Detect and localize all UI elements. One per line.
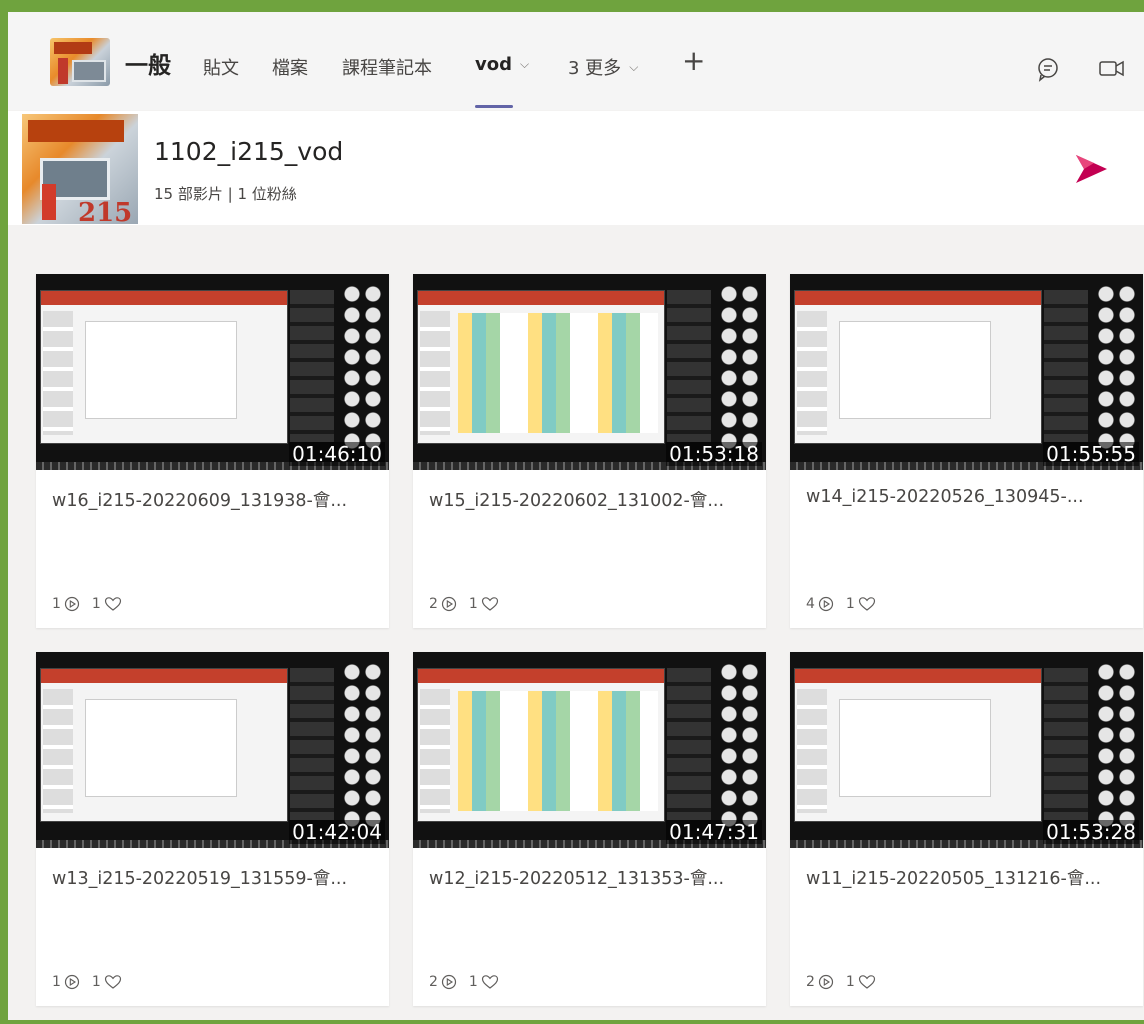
stream-channel-title[interactable]: 1102_i215_vod <box>154 137 343 166</box>
tab-label: 貼文 <box>203 58 239 79</box>
channel-thumbnail[interactable]: 215 <box>22 114 138 224</box>
tab-label: vod <box>475 54 512 75</box>
tab-label: 課程筆記本 <box>342 58 432 79</box>
participant-panel <box>290 668 334 820</box>
plus-icon[interactable]: + <box>682 44 705 77</box>
tab-class-notebook[interactable]: 課程筆記本 <box>342 54 432 80</box>
video-duration: 01:55:55 <box>1043 442 1139 466</box>
video-duration: 01:42:04 <box>289 820 385 844</box>
screen-capture <box>794 290 1042 444</box>
participant-avatars <box>1096 284 1138 454</box>
chevron-down-icon: ⌵ <box>519 57 530 71</box>
video-thumbnail[interactable]: 01:53:28 <box>790 652 1143 848</box>
heart-icon[interactable] <box>858 974 876 990</box>
view-count: 4 <box>806 596 815 612</box>
video-stats: 41 <box>806 596 880 612</box>
tab-posts[interactable]: 貼文 <box>203 54 239 80</box>
heart-icon[interactable] <box>481 596 499 612</box>
teams-window: 一般 貼文 檔案 課程筆記本 vod ⌵ 3 更多 ⌵ + 215 1102_i… <box>8 12 1144 1020</box>
video-title[interactable]: w15_i215-20220602_131002-會... <box>429 487 759 512</box>
view-count: 1 <box>52 974 61 990</box>
video-card[interactable]: 01:42:04 w13_i215-20220519_131559-會... 1 1 <box>36 652 389 1006</box>
participant-panel <box>1044 668 1088 820</box>
play-icon <box>441 974 457 990</box>
stream-channel-banner: 215 1102_i215_vod 15 部影片 | 1 位粉絲 <box>8 111 1144 225</box>
tab-more[interactable]: 3 更多 ⌵ <box>568 54 638 80</box>
team-logo[interactable] <box>50 38 110 86</box>
heart-icon[interactable] <box>858 596 876 612</box>
channel-name: 一般 <box>125 53 171 79</box>
view-count: 1 <box>52 596 61 612</box>
video-stats: 11 <box>52 974 126 990</box>
screen-capture <box>417 668 665 822</box>
heart-icon[interactable] <box>104 974 122 990</box>
channel-header: 一般 貼文 檔案 課程筆記本 vod ⌵ 3 更多 ⌵ + <box>8 12 1144 110</box>
stream-channel-meta: 15 部影片 | 1 位粉絲 <box>154 185 297 203</box>
play-icon <box>818 974 834 990</box>
video-thumbnail[interactable]: 01:55:55 <box>790 274 1143 470</box>
participant-panel <box>1044 290 1088 442</box>
play-icon <box>441 596 457 612</box>
video-title[interactable]: w13_i215-20220519_131559-會... <box>52 865 382 890</box>
participant-panel <box>667 290 711 442</box>
video-stats: 21 <box>806 974 880 990</box>
play-icon <box>818 596 834 612</box>
like-count: 1 <box>468 596 478 612</box>
participant-avatars <box>719 662 761 832</box>
heart-icon[interactable] <box>481 974 499 990</box>
chat-icon[interactable] <box>1035 56 1063 82</box>
video-card[interactable]: 01:46:10 w16_i215-20220609_131938-會... 1 1 <box>36 274 389 628</box>
view-count: 2 <box>429 596 438 612</box>
screen-capture <box>40 290 288 444</box>
like-count: 1 <box>845 596 855 612</box>
video-card[interactable]: 01:53:28 w11_i215-20220505_131216-會... 2 1 <box>790 652 1143 1006</box>
screen-capture <box>417 290 665 444</box>
play-icon <box>64 596 80 612</box>
view-count: 2 <box>806 974 815 990</box>
video-duration: 01:53:18 <box>666 442 762 466</box>
tab-label: 3 更多 <box>568 58 622 79</box>
heart-icon[interactable] <box>104 596 122 612</box>
video-title[interactable]: w14_i215-20220526_130945-... <box>806 487 1136 507</box>
video-card[interactable]: 01:53:18 w15_i215-20220602_131002-會... 2 1 <box>413 274 766 628</box>
screen-capture <box>794 668 1042 822</box>
video-thumbnail[interactable]: 01:42:04 <box>36 652 389 848</box>
video-title[interactable]: w16_i215-20220609_131938-會... <box>52 487 382 512</box>
like-count: 1 <box>468 974 478 990</box>
video-thumbnail[interactable]: 01:47:31 <box>413 652 766 848</box>
stream-logo-icon[interactable] <box>1074 154 1108 184</box>
video-card[interactable]: 01:47:31 w12_i215-20220512_131353-會... 2 1 <box>413 652 766 1006</box>
video-title[interactable]: w11_i215-20220505_131216-會... <box>806 865 1136 890</box>
video-stats: 21 <box>429 596 503 612</box>
video-duration: 01:47:31 <box>666 820 762 844</box>
video-stats: 21 <box>429 974 503 990</box>
tab-files[interactable]: 檔案 <box>272 54 308 80</box>
like-count: 1 <box>845 974 855 990</box>
participant-avatars <box>1096 662 1138 832</box>
like-count: 1 <box>91 974 101 990</box>
video-card[interactable]: 01:55:55 w14_i215-20220526_130945-... 4 1 <box>790 274 1143 628</box>
video-camera-icon[interactable] <box>1098 56 1126 82</box>
video-duration: 01:46:10 <box>289 442 385 466</box>
video-thumbnail[interactable]: 01:53:18 <box>413 274 766 470</box>
participant-avatars <box>342 284 384 454</box>
tab-vod[interactable]: vod ⌵ <box>475 54 529 75</box>
video-duration: 01:53:28 <box>1043 820 1139 844</box>
chevron-down-icon: ⌵ <box>629 59 639 74</box>
like-count: 1 <box>91 596 101 612</box>
participant-panel <box>290 290 334 442</box>
participant-avatars <box>719 284 761 454</box>
play-icon <box>64 974 80 990</box>
participant-panel <box>667 668 711 820</box>
active-tab-indicator <box>475 105 513 108</box>
video-thumbnail[interactable]: 01:46:10 <box>36 274 389 470</box>
screen-capture <box>40 668 288 822</box>
video-title[interactable]: w12_i215-20220512_131353-會... <box>429 865 759 890</box>
participant-avatars <box>342 662 384 832</box>
tab-label: 檔案 <box>272 58 308 79</box>
view-count: 2 <box>429 974 438 990</box>
video-stats: 11 <box>52 596 126 612</box>
